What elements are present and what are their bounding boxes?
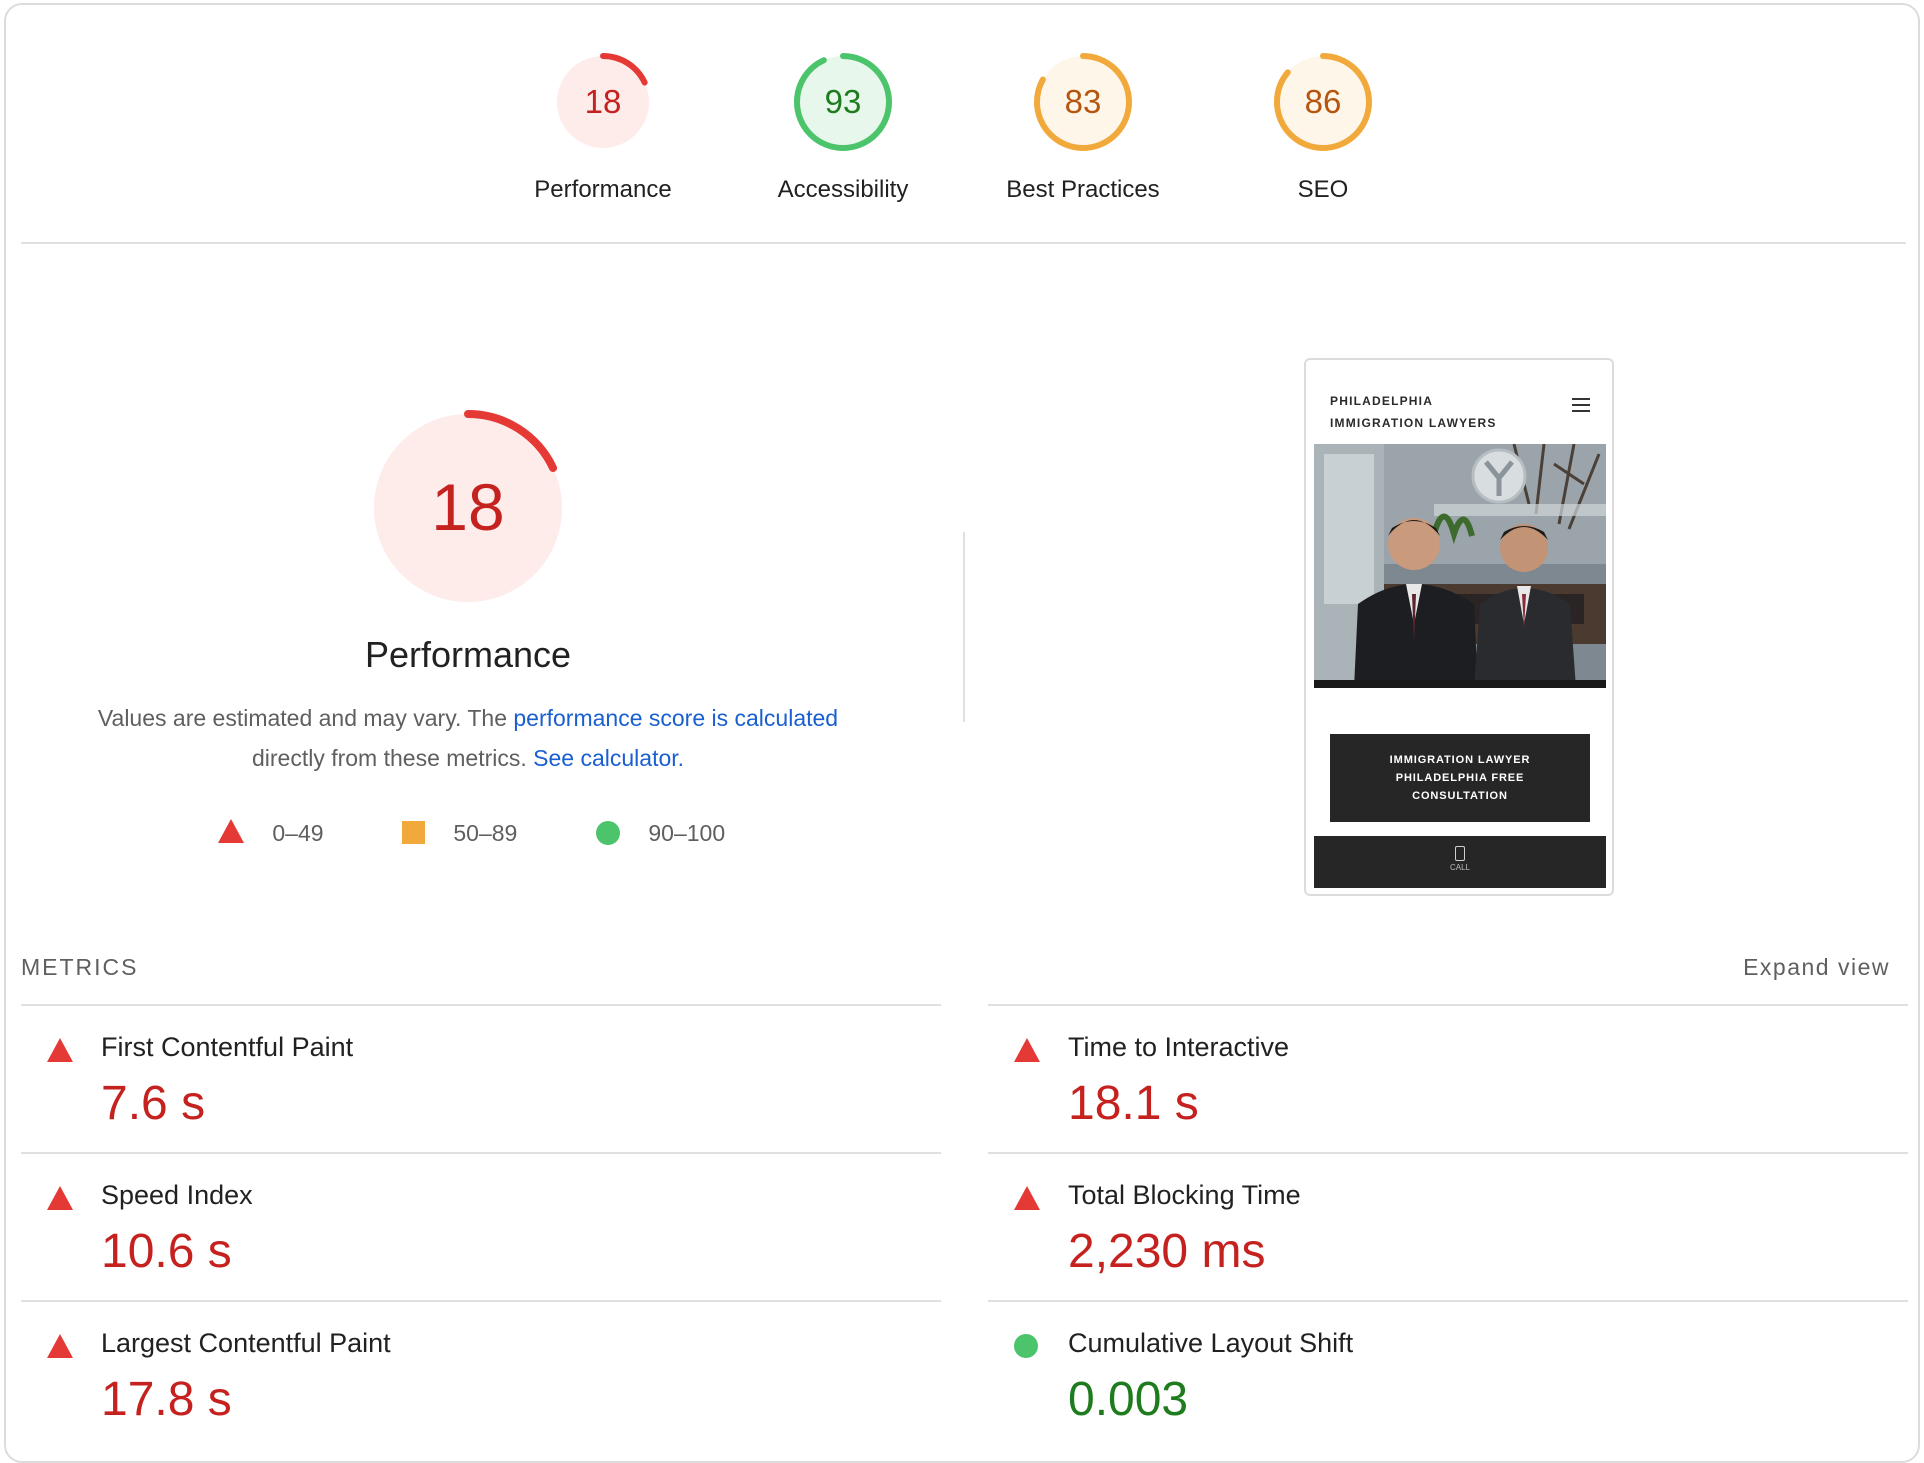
metric-total-blocking-time[interactable]: Total Blocking Time 2,230 ms (988, 1152, 1908, 1300)
legend-label: 50–89 (453, 820, 518, 846)
square-icon (402, 821, 425, 844)
expand-view-toggle[interactable]: Expand view (1690, 954, 1890, 981)
call-label: CALL (1449, 863, 1470, 872)
metric-name: Cumulative Layout Shift (1068, 1328, 1354, 1358)
triangle-icon (1014, 1186, 1042, 1214)
triangle-icon (47, 1334, 75, 1362)
triangle-icon (218, 819, 244, 843)
cta-line3: CONSULTATION (1412, 790, 1508, 802)
site-title: PHILADELPHIA IMMIGRATION LAWYERS (1330, 390, 1497, 434)
final-screenshot[interactable]: PHILADELPHIA IMMIGRATION LAWYERS IMMIGRA… (1304, 358, 1614, 896)
circle-icon (1014, 1334, 1042, 1362)
free-consultation-button: IMMIGRATION LAWYER PHILADELPHIA FREE CON… (1330, 734, 1590, 822)
metric-cumulative-layout-shift[interactable]: Cumulative Layout Shift 0.003 (988, 1300, 1908, 1448)
legend-label: 0–49 (272, 820, 324, 846)
category-gauges: 18 Performance 93 Accessibility 83 Best … (0, 50, 1924, 210)
performance-title: Performance (364, 634, 572, 675)
cta-line1: IMMIGRATION LAWYER (1389, 754, 1531, 766)
metric-value: 2,230 ms (1068, 1225, 1266, 1278)
site-title-line2: IMMIGRATION LAWYERS (1330, 416, 1497, 430)
metric-name: Total Blocking Time (1068, 1180, 1301, 1210)
gauge-score: 83 (1065, 83, 1102, 120)
gauge-ring: 18 (554, 53, 652, 151)
legend-label: 90–100 (648, 820, 726, 846)
cta-line2: PHILADELPHIA FREE (1395, 772, 1525, 784)
gauge-label: Best Practices (1006, 176, 1160, 203)
photo-illustration (1314, 444, 1606, 688)
gauge-score: 86 (1305, 83, 1342, 120)
desc-text: Values are estimated and may vary. The (97, 705, 514, 731)
gauge-label: Accessibility (777, 176, 909, 203)
metric-speed-index[interactable]: Speed Index 10.6 s (21, 1152, 941, 1300)
performance-description: Values are estimated and may vary. The p… (68, 698, 868, 778)
gauge-ring: 93 (794, 53, 892, 151)
gauge-performance[interactable]: 18 Performance (503, 50, 703, 204)
see-calculator-link[interactable]: See calculator. (533, 745, 684, 771)
metric-name: Speed Index (101, 1180, 253, 1210)
call-bar: CALL (1314, 836, 1606, 888)
gauge-best-practices[interactable]: 83 Best Practices (983, 50, 1183, 204)
metric-time-to-interactive[interactable]: Time to Interactive 18.1 s (988, 1004, 1908, 1152)
phone-icon (1455, 846, 1465, 861)
vertical-divider (963, 532, 965, 722)
score-calculated-link[interactable]: performance score is calculated (513, 705, 838, 731)
gauge-ring: 18 (370, 410, 566, 606)
triangle-icon (47, 1038, 75, 1066)
metric-first-contentful-paint[interactable]: First Contentful Paint 7.6 s (21, 1004, 941, 1152)
office-photo (1314, 444, 1606, 688)
metric-value: 7.6 s (101, 1077, 206, 1130)
score-legend: 0–49 50–89 90–100 (0, 818, 900, 852)
metric-value: 10.6 s (101, 1225, 232, 1278)
gauge-score: 18 (431, 470, 504, 544)
metric-value: 17.8 s (101, 1373, 232, 1426)
triangle-icon (47, 1186, 75, 1214)
legend-average: 50–89 (402, 818, 517, 848)
gauge-label: SEO (1297, 176, 1349, 203)
performance-gauge-large: 18 (368, 408, 568, 613)
metric-largest-contentful-paint[interactable]: Largest Contentful Paint 17.8 s (21, 1300, 941, 1448)
site-title-line1: PHILADELPHIA (1330, 394, 1434, 408)
triangle-icon (1014, 1038, 1042, 1066)
metric-name: Time to Interactive (1068, 1032, 1290, 1062)
circle-icon (596, 821, 620, 845)
metric-value: 18.1 s (1068, 1077, 1199, 1130)
gauge-seo[interactable]: 86 SEO (1223, 50, 1423, 204)
gauge-label: Performance (534, 176, 672, 203)
legend-fail: 0–49 (218, 818, 324, 848)
metric-name: Largest Contentful Paint (101, 1328, 391, 1358)
desc-text-2: directly from these metrics. (251, 745, 534, 771)
section-divider (21, 242, 1906, 244)
metric-name: First Contentful Paint (101, 1032, 354, 1062)
gauge-ring: 86 (1274, 53, 1372, 151)
metrics-header: METRICS (21, 954, 139, 980)
gauge-ring: 83 (1034, 53, 1132, 151)
legend-pass: 90–100 (596, 818, 725, 848)
gauge-score: 18 (585, 83, 622, 120)
metric-value: 0.003 (1068, 1373, 1189, 1426)
hamburger-menu-icon (1572, 398, 1590, 412)
gauge-score: 93 (825, 83, 862, 120)
gauge-accessibility[interactable]: 93 Accessibility (743, 50, 943, 204)
